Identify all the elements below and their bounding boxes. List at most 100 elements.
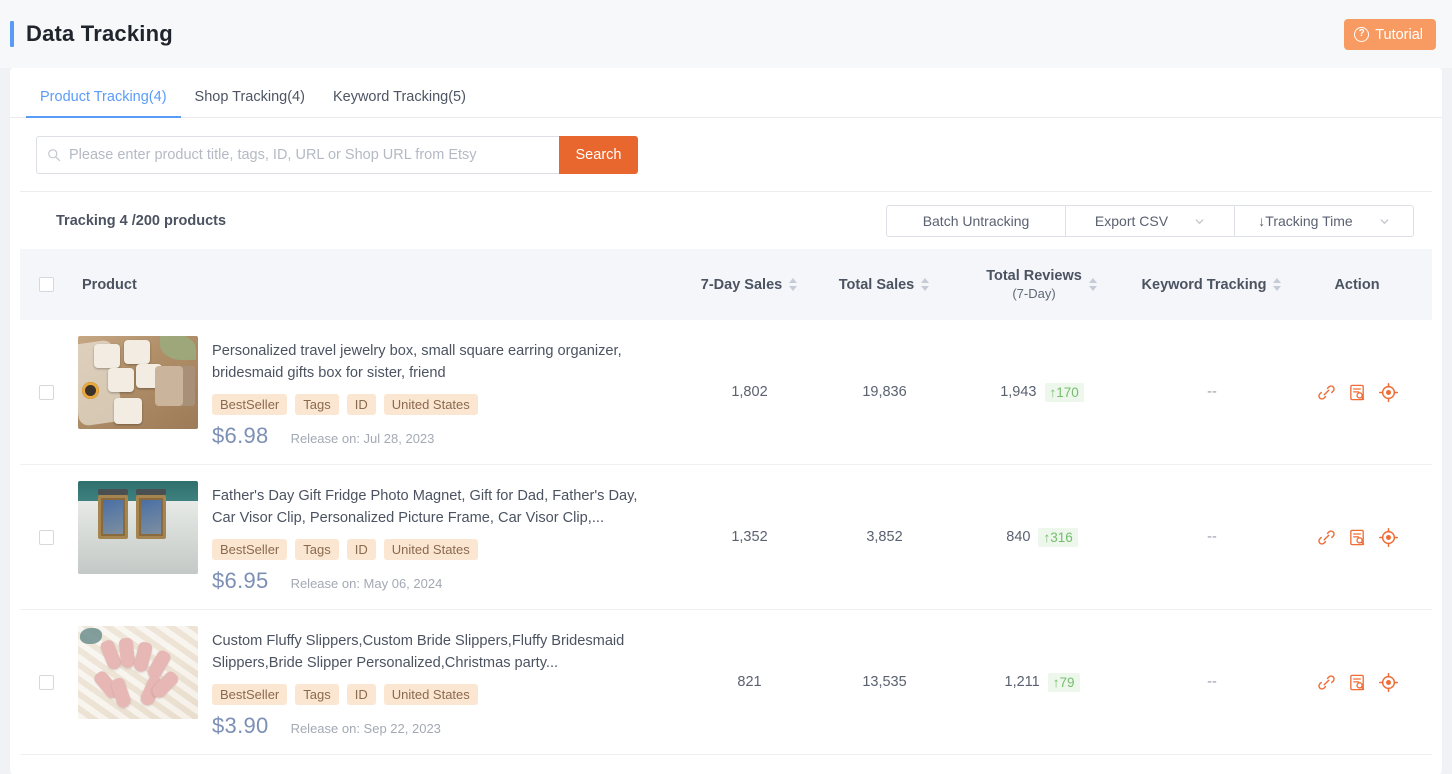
sort-icon[interactable] bbox=[1272, 277, 1282, 292]
tag-id[interactable]: ID bbox=[346, 538, 376, 560]
chevron-down-icon bbox=[1380, 218, 1388, 224]
seven-day-sales-cell: 1,802 bbox=[682, 384, 817, 400]
keyword-tracking-value: -- bbox=[1207, 384, 1217, 400]
tag-bestseller[interactable]: BestSeller bbox=[212, 538, 288, 560]
link-icon[interactable] bbox=[1317, 528, 1336, 547]
tab-keyword-tracking-label: Keyword Tracking(5) bbox=[332, 89, 466, 105]
action-icons bbox=[1317, 527, 1398, 547]
tag-country[interactable]: United States bbox=[383, 538, 478, 560]
tab-keyword-tracking[interactable]: Keyword Tracking(5) bbox=[319, 89, 480, 117]
select-all-checkbox[interactable] bbox=[38, 277, 54, 292]
row-checkbox[interactable] bbox=[38, 674, 54, 690]
product-thumbnail[interactable] bbox=[78, 480, 198, 574]
link-icon[interactable] bbox=[1317, 383, 1336, 402]
total-sales-value: 13,535 bbox=[862, 674, 907, 690]
search-input-box[interactable] bbox=[36, 136, 559, 174]
sort-icon[interactable] bbox=[920, 277, 930, 292]
total-reviews-value: 1,943 bbox=[1000, 384, 1037, 400]
action-cell bbox=[1292, 527, 1422, 547]
row-checkbox[interactable] bbox=[38, 384, 54, 400]
total-reviews-cell: 840 ↑316 bbox=[952, 527, 1132, 547]
seven-day-sales-value: 1,352 bbox=[731, 529, 768, 545]
reviews-delta-badge: ↑79 bbox=[1047, 672, 1080, 692]
sort-icon[interactable] bbox=[1088, 277, 1098, 292]
column-header-keyword-tracking[interactable]: Keyword Tracking bbox=[1132, 277, 1292, 293]
product-info: Custom Fluffy Slippers,Custom Bride Slip… bbox=[212, 626, 682, 739]
total-sales-cell: 19,836 bbox=[817, 384, 952, 400]
tag-tags[interactable]: Tags bbox=[295, 393, 339, 415]
report-search-icon[interactable] bbox=[1348, 673, 1367, 692]
reviews-delta-badge: ↑170 bbox=[1044, 382, 1084, 402]
table-row: Personalized travel jewelry box, small s… bbox=[20, 320, 1432, 465]
product-release-date: Release on: Sep 22, 2023 bbox=[290, 720, 441, 736]
row-checkbox[interactable] bbox=[38, 529, 54, 545]
tracking-table: Product 7-Day Sales Total Sales Total Re… bbox=[20, 249, 1432, 755]
column-header-total-reviews[interactable]: Total Reviews (7-Day) bbox=[952, 268, 1132, 301]
action-icons bbox=[1317, 672, 1398, 692]
target-icon[interactable] bbox=[1378, 527, 1398, 547]
tag-id[interactable]: ID bbox=[346, 683, 376, 705]
product-thumbnail[interactable] bbox=[78, 625, 198, 719]
search-bar: Search bbox=[36, 136, 638, 174]
report-search-icon[interactable] bbox=[1348, 383, 1367, 402]
tab-product-tracking-label: Product Tracking(4) bbox=[40, 89, 167, 105]
tracking-time-sort-button[interactable]: ↓Tracking Time bbox=[1234, 205, 1414, 237]
main-card: Product Tracking(4) Shop Tracking(4) Key… bbox=[10, 68, 1442, 774]
keyword-tracking-value: -- bbox=[1207, 529, 1217, 545]
tag-country[interactable]: United States bbox=[383, 683, 478, 705]
target-icon[interactable] bbox=[1378, 672, 1398, 692]
table-row: Custom Fluffy Slippers,Custom Bride Slip… bbox=[20, 610, 1432, 755]
tag-tags[interactable]: Tags bbox=[295, 538, 339, 560]
product-tags: BestSeller Tags ID United States bbox=[212, 393, 682, 415]
total-sales-value: 3,852 bbox=[866, 529, 903, 545]
sort-icon[interactable] bbox=[788, 277, 798, 292]
table-header-row: Product 7-Day Sales Total Sales Total Re… bbox=[20, 249, 1432, 320]
product-title[interactable]: Custom Fluffy Slippers,Custom Bride Slip… bbox=[212, 630, 642, 675]
tab-product-tracking[interactable]: Product Tracking(4) bbox=[26, 89, 181, 118]
column-header-product-label: Product bbox=[82, 276, 137, 293]
product-thumbnail[interactable] bbox=[78, 335, 198, 429]
tab-bar: Product Tracking(4) Shop Tracking(4) Key… bbox=[10, 68, 1442, 118]
search-input[interactable] bbox=[69, 147, 549, 163]
report-search-icon[interactable] bbox=[1348, 528, 1367, 547]
product-title[interactable]: Father's Day Gift Fridge Photo Magnet, G… bbox=[212, 485, 642, 530]
search-button[interactable]: Search bbox=[559, 136, 638, 174]
tutorial-button[interactable]: ? Tutorial bbox=[1344, 19, 1436, 50]
column-header-7day-sales[interactable]: 7-Day Sales bbox=[682, 277, 817, 293]
target-icon[interactable] bbox=[1378, 382, 1398, 402]
page-title: Data Tracking bbox=[26, 21, 173, 46]
reviews-delta-badge: ↑316 bbox=[1038, 527, 1078, 547]
product-info: Father's Day Gift Fridge Photo Magnet, G… bbox=[212, 481, 682, 594]
column-header-total-sales[interactable]: Total Sales bbox=[817, 277, 952, 293]
link-icon[interactable] bbox=[1317, 673, 1336, 692]
tab-shop-tracking[interactable]: Shop Tracking(4) bbox=[181, 89, 319, 117]
column-header-action: Action bbox=[1292, 277, 1422, 293]
column-header-keyword-tracking-label: Keyword Tracking bbox=[1141, 276, 1267, 293]
tag-country[interactable]: United States bbox=[383, 393, 478, 415]
tracking-count-label: Tracking 4 /200 products bbox=[56, 213, 227, 229]
tag-bestseller[interactable]: BestSeller bbox=[212, 393, 288, 415]
tag-tags[interactable]: Tags bbox=[295, 683, 339, 705]
column-header-total-sales-label: Total Sales bbox=[838, 276, 915, 293]
action-cell bbox=[1292, 672, 1422, 692]
tag-id[interactable]: ID bbox=[346, 393, 376, 415]
tab-shop-tracking-label: Shop Tracking(4) bbox=[194, 89, 305, 105]
row-select-cell bbox=[20, 384, 72, 400]
action-icons bbox=[1317, 382, 1398, 402]
keyword-tracking-cell: -- bbox=[1132, 674, 1292, 690]
search-row: Search bbox=[20, 118, 1432, 192]
column-header-7day-sales-label: 7-Day Sales bbox=[700, 276, 783, 293]
toolbar: Tracking 4 /200 products Batch Untrackin… bbox=[20, 192, 1432, 249]
seven-day-sales-cell: 821 bbox=[682, 674, 817, 690]
seven-day-sales-cell: 1,352 bbox=[682, 529, 817, 545]
keyword-tracking-cell: -- bbox=[1132, 529, 1292, 545]
product-cell: Father's Day Gift Fridge Photo Magnet, G… bbox=[72, 471, 682, 604]
batch-untracking-button[interactable]: Batch Untracking bbox=[886, 205, 1066, 237]
product-cell: Personalized travel jewelry box, small s… bbox=[72, 326, 682, 459]
row-select-cell bbox=[20, 674, 72, 690]
export-csv-button[interactable]: Export CSV bbox=[1065, 205, 1235, 237]
action-cell bbox=[1292, 382, 1422, 402]
title-accent-bar bbox=[10, 21, 14, 47]
tag-bestseller[interactable]: BestSeller bbox=[212, 683, 288, 705]
product-title[interactable]: Personalized travel jewelry box, small s… bbox=[212, 340, 642, 385]
